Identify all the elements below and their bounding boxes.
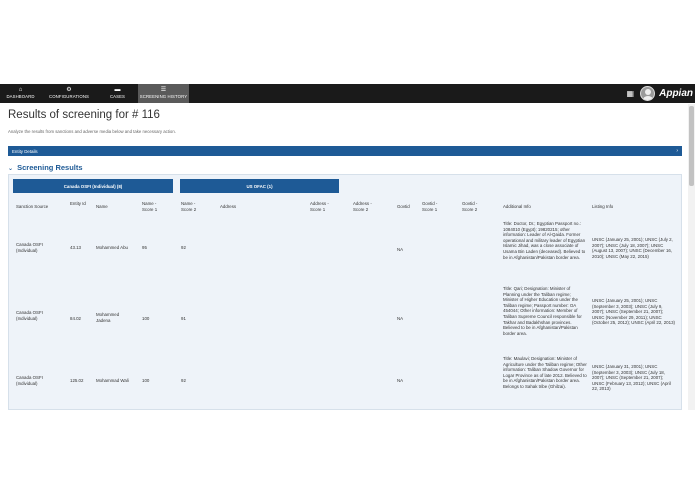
group-tab-canada-osfi[interactable]: Canada OSFI (Individual) (8) — [13, 179, 173, 193]
table-row[interactable]: Canada OSFI (Individual) 125.02 Mohammad… — [9, 355, 683, 409]
nav-screening-history-label: SCREENING HISTORY — [139, 94, 188, 99]
cell-sanction-source: Canada OSFI (Individual) — [16, 310, 43, 321]
col-govtid-score-2: Govtid - Score 2 — [462, 201, 478, 212]
appian-logo: Appian — [659, 88, 693, 99]
col-address: Address — [220, 204, 237, 209]
cell-sanction-source: Canada OSFI (Individual) — [16, 375, 43, 386]
page-title: Results of screening for # 116 — [8, 109, 160, 121]
cell-sanction-source: Canada OSFI (Individual) — [16, 242, 43, 253]
cell-listing-info: UNSC (January 31, 2001); UNSC (September… — [592, 364, 671, 392]
nav-cases-label: CASES — [109, 94, 126, 99]
cell-name: Mohammad Wali — [96, 378, 129, 383]
cell-govtid: NA — [397, 247, 404, 252]
top-nav-bar: ⌂ DASHBOARD ⚙ CONFIGURATIONS ▬ CASES ☰ S… — [0, 84, 695, 103]
nav-cases[interactable]: ▬ CASES — [97, 84, 138, 103]
col-name-score-2: Name - Score 2 — [181, 201, 197, 212]
col-address-score-2: Address - Score 2 — [353, 201, 372, 212]
cell-name-score-2: 92 — [181, 378, 186, 383]
col-entity-id: Entity Id — [70, 201, 86, 206]
cell-listing-info: UNSC (January 25, 2001); UNSC (July 2, 2… — [592, 237, 673, 259]
nav-dashboard[interactable]: ⌂ DASHBOARD — [0, 84, 41, 103]
page-scrollbar[interactable] — [688, 104, 695, 410]
screening-results-panel: Canada OSFI (Individual) (8) US OFAC (1)… — [8, 174, 682, 410]
chevron-right-icon: › — [676, 148, 678, 154]
chevron-down-icon: ⌄ — [8, 166, 14, 172]
entity-details-bar[interactable]: Entity Details › — [8, 146, 682, 156]
cell-govtid: NA — [397, 316, 404, 321]
col-name: Name — [96, 204, 108, 209]
cell-entity-id: 84.02 — [70, 316, 81, 321]
col-govtid: Govtid — [397, 204, 410, 209]
cell-name: Mohammed Abu — [96, 245, 128, 250]
scrollbar-thumb[interactable] — [689, 106, 694, 186]
col-additional-info: Additional Info — [503, 204, 531, 209]
cell-entity-id: 43.13 — [70, 245, 81, 250]
table-row[interactable]: Canada OSFI (Individual) 84.02 Mohammed … — [9, 285, 683, 355]
cell-listing-info: UNSC (January 25, 2001); UNSC (September… — [592, 298, 675, 326]
table-row[interactable]: Canada OSFI (Individual) 43.13 Mohammed … — [9, 219, 683, 285]
user-avatar[interactable] — [640, 86, 656, 101]
cogs-icon: ⚙ — [66, 87, 72, 93]
cell-name-score-1: 95 — [142, 245, 147, 250]
list-icon: ☰ — [160, 87, 167, 93]
group-tab-us-ofac[interactable]: US OFAC (1) — [180, 179, 339, 193]
col-sanction-source: Sanction Source — [16, 204, 49, 209]
top-right-area: ▦ Appian — [627, 84, 695, 103]
folder-icon: ▬ — [114, 87, 121, 93]
nav-configurations-label: CONFIGURATIONS — [49, 94, 89, 99]
col-govtid-score-1: Govtid - Score 1 — [422, 201, 438, 212]
table-header: Sanction Source Entity Id Name Name - Sc… — [9, 201, 683, 215]
cell-additional-info: Title: Maulavi; Designation: Minister of… — [503, 356, 587, 389]
cell-name-score-2: 91 — [181, 316, 186, 321]
home-icon: ⌂ — [18, 87, 23, 93]
screening-results-label: Screening Results — [17, 163, 83, 172]
cell-govtid: NA — [397, 378, 404, 383]
nav-configurations[interactable]: ⚙ CONFIGURATIONS — [41, 84, 97, 103]
cell-name-score-1: 100 — [142, 378, 150, 383]
nav-dashboard-label: DASHBOARD — [6, 94, 35, 99]
cell-name: Mohammed Jadena — [96, 312, 120, 323]
nav-screening-history[interactable]: ☰ SCREENING HISTORY — [138, 84, 189, 103]
cell-additional-info: Title: Doctor, Dr.; Egyptian Passport no… — [503, 221, 586, 260]
cell-entity-id: 125.02 — [70, 378, 84, 383]
cell-additional-info: Title: Qari; Designation: Minister of Pl… — [503, 286, 582, 336]
col-name-score-1: Name - Score 1 — [142, 201, 158, 212]
col-address-score-1: Address - Score 1 — [310, 201, 329, 212]
screening-results-toggle[interactable]: ⌄ Screening Results — [8, 163, 83, 172]
entity-details-label: Entity Details — [12, 148, 38, 154]
app-grid-icon[interactable]: ▦ — [627, 89, 635, 98]
col-listing-info: Listing Info — [592, 204, 614, 209]
cell-name-score-1: 100 — [142, 316, 150, 321]
cell-name-score-2: 92 — [181, 245, 186, 250]
page-subtitle: Analyze the results from sanctions and a… — [8, 129, 176, 134]
